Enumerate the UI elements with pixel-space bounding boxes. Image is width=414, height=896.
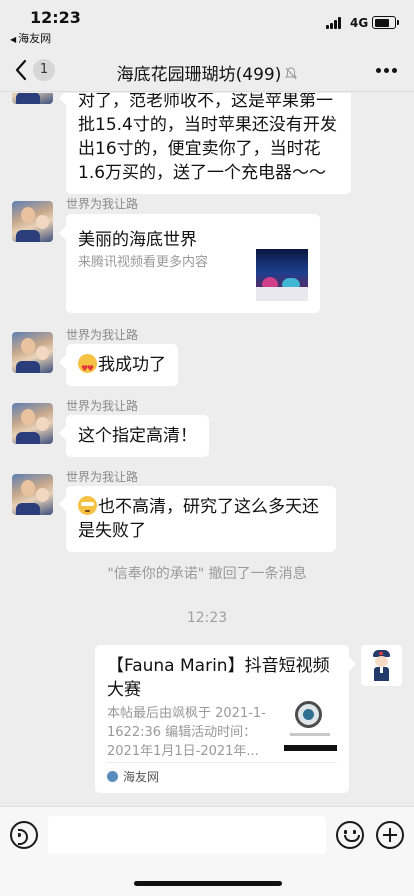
- avatar[interactable]: [12, 332, 53, 373]
- network-type: 4G: [350, 16, 369, 30]
- status-bar: 12:23 ◀ 海友网 4G: [0, 0, 414, 48]
- sender-name: 世界为我让路: [66, 328, 139, 342]
- message-bubble[interactable]: 对了，范老师收不，这是苹果第一批15.4寸的，当时苹果还没有开发出16寸的，便宜…: [66, 93, 351, 194]
- sender-name: 世界为我让路: [66, 197, 139, 211]
- emoji-icon[interactable]: [336, 821, 364, 849]
- back-triangle-icon: ◀: [10, 35, 17, 44]
- sender-name: 世界为我让路: [66, 470, 139, 484]
- battery-nub: [397, 20, 399, 25]
- avatar[interactable]: [12, 403, 53, 444]
- mute-bell-icon: [285, 67, 298, 83]
- link-description: 本帖最后由飒枫于 2021-1-1622:36 编辑活动时间：2021年1月1日…: [107, 706, 266, 759]
- message-bubble[interactable]: 这个指定高清！: [66, 415, 209, 457]
- link-source: 海友网: [107, 768, 159, 785]
- video-title: 美丽的海底世界: [78, 230, 197, 250]
- plus-icon[interactable]: [376, 821, 404, 849]
- video-subtitle: 来腾讯视频看更多内容: [78, 255, 209, 270]
- chat-title: 海底花园珊瑚坊(499): [0, 60, 414, 85]
- back-app-label: 海友网: [18, 32, 52, 45]
- back-to-app[interactable]: ◀ 海友网: [10, 30, 51, 46]
- recall-notice: "信奉你的承诺" 撤回了一条消息: [107, 566, 307, 582]
- link-share-card[interactable]: 【Fauna Marin】抖音短视频大赛 本帖最后由飒枫于 2021-1-162…: [95, 645, 349, 793]
- message-text: 也不高清，研究了这么多天还是失败了: [78, 497, 319, 541]
- message-text: 我成功了: [98, 355, 166, 375]
- my-avatar[interactable]: [361, 645, 402, 686]
- video-share-card[interactable]: 美丽的海底世界 来腾讯视频看更多内容: [66, 214, 320, 313]
- message-text: 这个指定高清！: [78, 426, 197, 446]
- source-logo-icon: [107, 771, 118, 782]
- link-source-label: 海友网: [123, 770, 160, 784]
- message-list[interactable]: 对了，范老师收不，这是苹果第一批15.4寸的，当时苹果还没有开发出16寸的，便宜…: [0, 93, 414, 806]
- avatar[interactable]: [12, 93, 53, 104]
- message-text: 对了，范老师收不，这是苹果第一批15.4寸的，当时苹果还没有开发出16寸的，便宜…: [78, 93, 337, 183]
- link-thumbnail: [284, 698, 337, 751]
- heart-eyes-emoji-icon: [78, 354, 97, 381]
- battery-fill: [374, 18, 389, 27]
- chat-header: 1 海底花园珊瑚坊(499): [0, 48, 414, 92]
- sender-name: 世界为我让路: [66, 399, 139, 413]
- message-input[interactable]: [48, 816, 326, 854]
- avatar[interactable]: [12, 201, 53, 242]
- cellular-signal-icon: [326, 17, 344, 29]
- avatar[interactable]: [12, 474, 53, 515]
- link-title: 【Fauna Marin】抖音短视频大赛: [107, 656, 330, 700]
- message-bubble[interactable]: 我成功了: [66, 344, 178, 386]
- message-timestamp: 12:23: [186, 610, 228, 626]
- message-bubble[interactable]: 也不高清，研究了这么多天还是失败了: [66, 486, 336, 552]
- battery-icon: [372, 16, 399, 29]
- chat-title-text: 海底花园珊瑚坊(499): [116, 65, 282, 85]
- card-divider: [107, 762, 337, 763]
- status-time: 12:23: [30, 8, 81, 27]
- more-dots-icon[interactable]: [376, 68, 398, 74]
- home-indicator: [134, 881, 282, 886]
- flushed-emoji-icon: [78, 496, 97, 515]
- voice-icon[interactable]: [10, 821, 38, 849]
- video-thumbnail: [256, 249, 308, 301]
